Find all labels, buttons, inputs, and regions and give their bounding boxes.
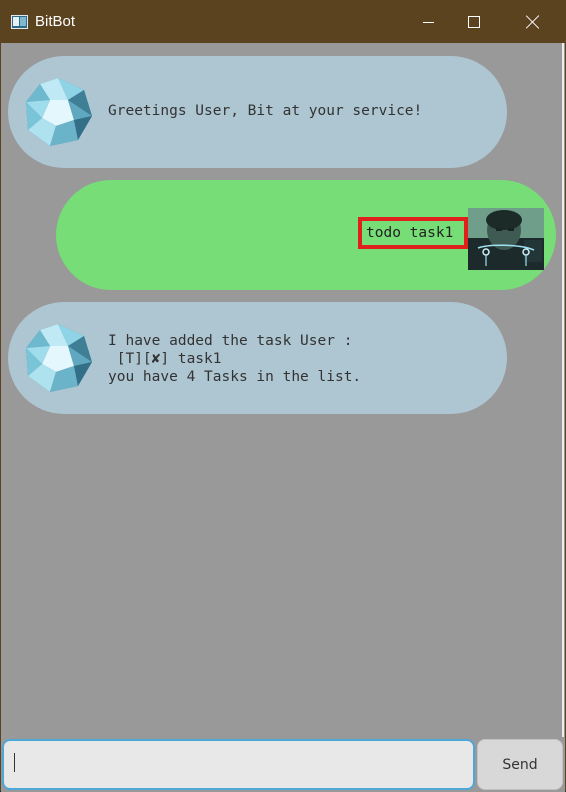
text-caret (14, 753, 15, 772)
send-button[interactable]: Send (477, 739, 563, 790)
polyhedron-icon (26, 78, 92, 146)
maximize-button[interactable] (451, 1, 497, 43)
close-icon (526, 15, 540, 29)
close-button[interactable] (510, 1, 556, 43)
scroll-edge (562, 43, 564, 737)
title-bar: BitBot (1, 1, 565, 43)
minimize-button[interactable] (405, 1, 451, 43)
app-icon (11, 15, 28, 29)
minimize-icon (422, 21, 434, 23)
bot-message-bubble: I have added the task User : [T][✘] task… (8, 302, 507, 414)
message-input[interactable] (2, 739, 475, 790)
app-window: BitBot Greetings User, Bit at your servi… (0, 0, 566, 792)
bot-message-bubble: Greetings User, Bit at your service! (8, 56, 507, 168)
message-text: todo task1 (358, 217, 468, 249)
message-text: I have added the task User : [T][✘] task… (108, 333, 362, 385)
window-title: BitBot (35, 13, 76, 30)
user-message-bubble: todo task1 (56, 180, 556, 290)
polyhedron-icon (26, 324, 92, 392)
user-avatar (468, 208, 544, 270)
input-bar: Send (1, 737, 565, 792)
chat-scroll-pane[interactable]: Greetings User, Bit at your service! tod… (2, 43, 564, 737)
maximize-icon (468, 16, 480, 28)
message-text: Greetings User, Bit at your service! (108, 103, 423, 119)
